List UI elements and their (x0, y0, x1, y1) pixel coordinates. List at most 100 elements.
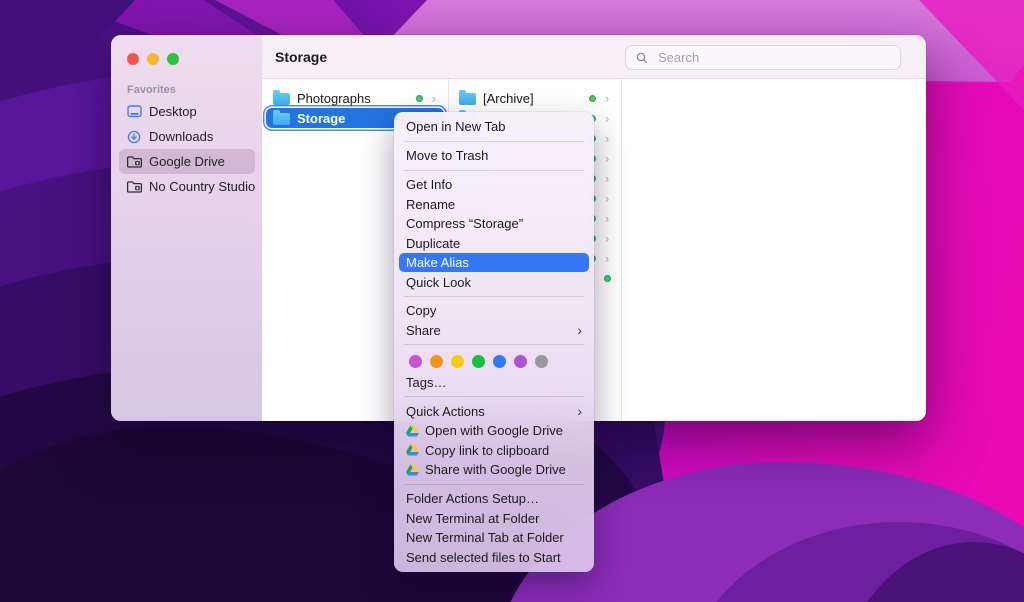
menu-item-open-with-google-drive[interactable]: Open with Google Drive (394, 421, 594, 441)
shared-folder-icon (126, 156, 142, 168)
file-name: Storage (297, 111, 345, 126)
menu-item-share-with-google-drive[interactable]: Share with Google Drive (394, 460, 594, 480)
toolbar: Storage (262, 35, 926, 79)
chevron-right-icon: › (603, 112, 611, 125)
menu-item-compress-storage[interactable]: Compress “Storage” (394, 214, 594, 234)
menu-item-label: Share (406, 323, 441, 338)
sidebar-items: Desktop Downloads Google Drive No Country S… (119, 99, 255, 199)
search-field[interactable] (625, 45, 901, 70)
chevron-right-icon: › (603, 232, 611, 245)
menu-item-label: Open with Google Drive (425, 423, 563, 438)
menu-item-open-in-new-tab[interactable]: Open in New Tab (394, 117, 594, 137)
menu-item-label: Folder Actions Setup… (406, 491, 539, 506)
close-button[interactable] (127, 53, 139, 65)
tag-color-6[interactable] (514, 355, 527, 368)
file-name: Photographs (297, 91, 371, 106)
menu-item-label: Open in New Tab (406, 119, 506, 134)
menu-separator (404, 344, 584, 345)
menu-item-new-terminal-tab-at-folder[interactable]: New Terminal Tab at Folder (394, 528, 594, 548)
desktop: Favorites DesktopDownloadsGoogle DriveNo… (0, 0, 1024, 602)
tag-color-2[interactable] (430, 355, 443, 368)
menu-item-label: Quick Actions (406, 404, 485, 419)
google-drive-icon (406, 444, 419, 456)
window-main: Storage Photographs › Storage [Archive] › › ›… (262, 35, 926, 421)
chevron-right-icon: › (430, 92, 438, 105)
menu-item-make-alias[interactable]: Make Alias (399, 253, 589, 273)
menu-item-copy[interactable]: Copy (394, 301, 594, 321)
chevron-right-icon: › (603, 172, 611, 185)
window-controls (127, 53, 179, 65)
menu-item-label: Send selected files to Start (406, 550, 561, 565)
sync-status-dot (604, 275, 611, 282)
chevron-right-icon: › (603, 252, 611, 265)
menu-item-label: Make Alias (406, 255, 469, 270)
menu-item-label: New Terminal Tab at Folder (406, 530, 564, 545)
folder-icon (273, 93, 290, 105)
sidebar-item-downloads[interactable]: Downloads (119, 124, 255, 149)
menu-item-duplicate[interactable]: Duplicate (394, 233, 594, 253)
folder-icon (459, 93, 476, 105)
window-title: Storage (275, 49, 327, 65)
tag-color-5[interactable] (493, 355, 506, 368)
google-drive-icon (406, 464, 419, 476)
sidebar-item-label: Downloads (149, 129, 213, 144)
sidebar-item-google-drive[interactable]: Google Drive (119, 149, 255, 174)
menu-item-move-to-trash[interactable]: Move to Trash (394, 146, 594, 166)
menu-item-label: Quick Look (406, 275, 471, 290)
desktop-icon (126, 105, 142, 118)
folder-icon (273, 113, 290, 125)
menu-item-label: Tags… (406, 375, 446, 390)
menu-item-label: Copy (406, 303, 436, 318)
menu-item-quick-actions[interactable]: Quick Actions› (394, 401, 594, 421)
menu-separator (404, 396, 584, 397)
submenu-chevron-icon: › (577, 323, 582, 337)
menu-item-rename[interactable]: Rename (394, 194, 594, 214)
sidebar-item-label: Google Drive (149, 154, 225, 169)
sync-status-dot (416, 95, 423, 102)
file-row-archive[interactable]: [Archive] › (448, 88, 621, 108)
chevron-right-icon: › (603, 152, 611, 165)
downloads-icon (126, 130, 142, 144)
menu-item-get-info[interactable]: Get Info (394, 175, 594, 195)
search-icon (634, 52, 650, 64)
context-menu: Open in New Tab Move to Trash Get Info Rena… (394, 112, 594, 572)
column-divider[interactable] (621, 79, 622, 421)
zoom-button[interactable] (167, 53, 179, 65)
tag-color-3[interactable] (451, 355, 464, 368)
menu-separator (404, 484, 584, 485)
file-row-photographs[interactable]: Photographs › (262, 88, 448, 108)
menu-item-new-terminal-at-folder[interactable]: New Terminal at Folder (394, 508, 594, 528)
chevron-right-icon: › (603, 92, 611, 105)
tag-color-7[interactable] (535, 355, 548, 368)
column-browser: Photographs › Storage [Archive] › › › › › › › › › (262, 79, 926, 421)
sidebar-item-label: Desktop (149, 104, 197, 119)
menu-item-tags[interactable]: Tags… (394, 373, 594, 393)
menu-item-label: Compress “Storage” (406, 216, 523, 231)
menu-item-copy-link-to-clipboard[interactable]: Copy link to clipboard (394, 440, 594, 460)
chevron-right-icon: › (603, 132, 611, 145)
menu-separator (404, 170, 584, 171)
tag-color-1[interactable] (409, 355, 422, 368)
menu-item-folder-actions-setup[interactable]: Folder Actions Setup… (394, 489, 594, 509)
minimize-button[interactable] (147, 53, 159, 65)
sidebar-item-label: No Country Studio (149, 179, 255, 194)
menu-separator (404, 296, 584, 297)
sidebar: Favorites DesktopDownloadsGoogle DriveNo… (111, 35, 262, 421)
menu-item-label: Copy link to clipboard (425, 443, 549, 458)
chevron-right-icon: › (603, 192, 611, 205)
tag-color-row (394, 350, 594, 373)
menu-item-send-selected-files-to-start[interactable]: Send selected files to Start (394, 547, 594, 567)
chevron-right-icon: › (603, 212, 611, 225)
sync-status-dot (589, 95, 596, 102)
menu-item-label: Rename (406, 197, 455, 212)
menu-item-quick-look[interactable]: Quick Look (394, 272, 594, 292)
sidebar-item-desktop[interactable]: Desktop (119, 99, 255, 124)
file-name: [Archive] (483, 91, 534, 106)
sidebar-item-no-country-studio[interactable]: No Country Studio (119, 174, 255, 199)
menu-item-label: Share with Google Drive (425, 462, 566, 477)
menu-item-label: New Terminal at Folder (406, 511, 539, 526)
tag-color-4[interactable] (472, 355, 485, 368)
shared-folder-icon (126, 181, 142, 193)
search-input[interactable] (656, 49, 892, 66)
menu-item-share[interactable]: Share › (394, 321, 594, 341)
